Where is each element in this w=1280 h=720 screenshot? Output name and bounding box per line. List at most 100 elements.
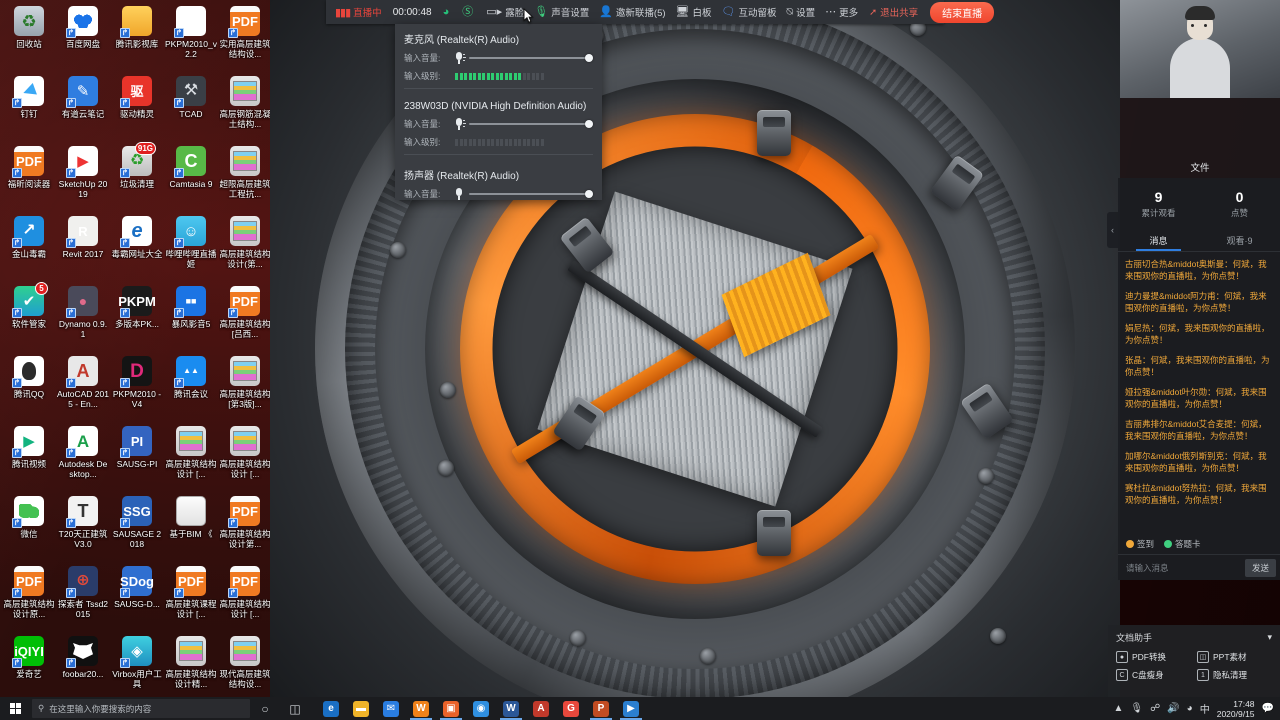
desktop-icon[interactable]: ↱AutoCAD 2015 - En... [56, 352, 110, 422]
checkin-chip[interactable]: 签到 [1126, 538, 1154, 550]
network-icon[interactable]: ◕ [1187, 703, 1193, 714]
desktop-icon[interactable]: PDF ↱ 高层建筑结构设计原... [2, 562, 56, 632]
desktop-icon[interactable]: 驱 ↱ 驱动精灵 [110, 72, 164, 142]
desktop-icon[interactable]: ↱ 百度网盘 [56, 2, 110, 72]
bluetooth-icon[interactable]: ☍ [1150, 703, 1160, 714]
start-button[interactable] [0, 697, 30, 720]
desktop-icon[interactable]: ↱毒霸网址大全 [110, 212, 164, 282]
desktop-icon[interactable]: ↱Virbox用户工具 [110, 632, 164, 702]
volume-icon[interactable]: 🔊 [1167, 703, 1179, 714]
desktop-icon[interactable]: SSG ↱ SAUSAGE 2018 [110, 492, 164, 562]
desktop-icon[interactable]: PDF ↱ 实用高层建筑结构设... [218, 2, 272, 72]
da-ppt-assets[interactable]: ◫ PPT素材 [1197, 651, 1272, 663]
desktop-icon[interactable]: PDF ↱ 高层建筑课程设计 [... [164, 562, 218, 632]
desktop-icon[interactable]: ↱PKPM2010 -V4 [110, 352, 164, 422]
taskbar-clock[interactable]: 17:48 2020/9/15 [1217, 699, 1255, 719]
desktop-icon[interactable]: 回收站 [2, 2, 56, 72]
desktop-icon[interactable]: ↱探索者 Tssd2015 [56, 562, 110, 632]
slider-knob[interactable] [585, 120, 593, 128]
tab-messages[interactable]: 消息 [1118, 230, 1199, 251]
chevron-down-icon[interactable]: ▾ [1267, 632, 1272, 643]
desktop-icon[interactable]: ↱暴风影音5 [164, 282, 218, 352]
desktop-icon[interactable]: 超限高层建筑工程抗... [218, 142, 272, 212]
desktop-icon[interactable]: PDF ↱ 高层建筑结构设计第... [218, 492, 272, 562]
desktop-icon[interactable]: ↱T20天正建筑V3.0 [56, 492, 110, 562]
desktop-icon[interactable]: ↱微信 [2, 492, 56, 562]
cortana-button[interactable]: ○ [250, 697, 280, 720]
desktop-icon[interactable]: 高层建筑结构设计 [... [164, 422, 218, 492]
desktop-icon[interactable]: ↱腾讯影视库 [110, 2, 164, 72]
toolbar-item-invite[interactable]: 👤 邀新联播(5) [594, 0, 670, 24]
exit-share-button[interactable]: ➚ 退出共享 [863, 5, 924, 20]
desktop-icon[interactable]: ↱金山毒霸 [2, 212, 56, 282]
desktop-icon[interactable]: 现代高层建筑结构设... [218, 632, 272, 702]
taskbar-search-box[interactable]: ⚲ 在这里输入你要搜索的内容 [32, 699, 250, 718]
microphone-icon[interactable]: 🎙 [1130, 703, 1143, 714]
toolbar-item-wifi[interactable]: ◕ [438, 0, 458, 24]
document-assistant-panel[interactable]: 文档助手 ▾ ● PDF转换 ◫ PPT素材 C C盘瘦身 1 隐私清理 [1108, 625, 1280, 697]
desktop-icon[interactable]: PI ↱ SAUSG-PI [110, 422, 164, 492]
desktop-icon[interactable]: R ↱ Revit 2017 [56, 212, 110, 282]
desktop-icon[interactable]: ↱5软件管家 [2, 282, 56, 352]
ime-icon[interactable]: 中 [1200, 701, 1210, 716]
end-livestream-button[interactable]: 结束直播 [930, 1, 995, 23]
toolbar-item-interactive-board[interactable]: 🗨 互动留板 [717, 0, 782, 24]
desktop-icon[interactable]: PKPM ↱ 多版本PK... [110, 282, 164, 352]
taskbar-button-chrome[interactable]: G [556, 697, 586, 720]
chat-input[interactable] [1126, 562, 1245, 573]
input-volume-slider[interactable] [469, 189, 593, 199]
desktop-icon[interactable]: SDog ↱ SAUSG-D... [110, 562, 164, 632]
chat-message-list[interactable]: 古丽切合热&middot奥斯曼：何斌，我来围观你的直播啦，为你点赞！ 迪力曼提&m… [1118, 252, 1280, 532]
desktop-icon[interactable]: ↱TCAD [164, 72, 218, 142]
desktop-icon[interactable]: ↱钉钉 [2, 72, 56, 142]
taskbar-button-mail[interactable]: ✉ [376, 697, 406, 720]
toolbar-item-settings[interactable]: ⍉ 设置 [782, 0, 821, 24]
slider-knob[interactable] [585, 190, 593, 198]
desktop-icon[interactable]: PDF ↱ 高层建筑结构设计 [... [218, 562, 272, 632]
desktop-icon[interactable]: ↱ 91G 垃圾清理 [110, 142, 164, 212]
chevron-up-icon[interactable]: ▲ [1113, 703, 1123, 714]
taskbar-button-folder[interactable]: ▬ [346, 697, 376, 720]
desktop-icon[interactable]: PDF ↱ 福昕阅读器 [2, 142, 56, 212]
desktop-icon[interactable]: 基于BIM 《 [164, 492, 218, 562]
audio-settings-dropdown[interactable]: 麦克风 (Realtek(R) Audio) 输入音量: 输入级别: 238W0… [395, 24, 602, 200]
desktop-icon[interactable]: ↱哔哩哔哩直播姬 [164, 212, 218, 282]
desktop-icon[interactable]: P ↱ PKPM2010_v2.2 [164, 2, 218, 72]
taskbar-button-word[interactable]: W [496, 697, 526, 720]
desktop-icon[interactable]: ↱腾讯视频 [2, 422, 56, 492]
input-volume-slider[interactable] [469, 119, 593, 129]
chat-collapse-button[interactable]: ‹ [1107, 212, 1118, 248]
toolbar-item-audio-settings[interactable]: 🎙 声音设置 [529, 0, 594, 24]
da-privacy-clean[interactable]: 1 隐私清理 [1197, 669, 1272, 681]
input-volume-slider[interactable] [469, 53, 593, 63]
da-pdf-convert[interactable]: ● PDF转换 [1116, 651, 1191, 663]
toolbar-item-whiteboard[interactable]: 🖥 白板 [671, 0, 717, 24]
desktop-icon[interactable]: 高层建筑结构 [第3版]... [218, 352, 272, 422]
slider-knob[interactable] [585, 54, 593, 62]
desktop-icon[interactable]: ↱Dynamo 0.9.1 [56, 282, 110, 352]
quiz-card-chip[interactable]: 答题卡 [1164, 538, 1201, 550]
desktop-icon[interactable]: ↱Camtasia 9 [164, 142, 218, 212]
taskbar-button-edge[interactable]: e [316, 697, 346, 720]
desktop-icon[interactable]: ↱腾讯会议 [164, 352, 218, 422]
desktop-icon[interactable]: 高层钢筋混凝土结构... [218, 72, 272, 142]
taskbar-button-wps-app[interactable]: ▣ [436, 697, 466, 720]
notification-icon[interactable]: 💬 [1262, 703, 1274, 714]
chat-send-button[interactable]: 发送 [1244, 558, 1276, 577]
da-disk-slim[interactable]: C C盘瘦身 [1116, 669, 1191, 681]
presenter-camera-thumbnail[interactable] [1120, 0, 1280, 98]
desktop-icon[interactable]: ↱Autodesk Desktop... [56, 422, 110, 492]
desktop-icon[interactable]: iQIYI ↱ 爱奇艺 [2, 632, 56, 702]
task-view-button[interactable]: ◫ [280, 697, 310, 720]
tab-viewers[interactable]: 观看·9 [1199, 230, 1280, 251]
taskbar-button-browser[interactable]: ◉ [466, 697, 496, 720]
desktop-icon[interactable]: PDF ↱ 高层建筑结构 [吕西... [218, 282, 272, 352]
taskbar-button-live-app[interactable]: ▶ [616, 697, 646, 720]
desktop-icon[interactable]: ↱有道云笔记 [56, 72, 110, 142]
taskbar-button-pdf-reader[interactable]: A [526, 697, 556, 720]
desktop-icon[interactable]: 高层建筑结构设计 [... [218, 422, 272, 492]
desktop-icon[interactable]: ↱腾讯QQ [2, 352, 56, 422]
toolbar-item-no-camera[interactable]: Ⓢ [457, 0, 481, 24]
desktop-icon[interactable]: ↱SketchUp 2019 [56, 142, 110, 212]
toolbar-item-more[interactable]: ⋯ 更多 [820, 0, 863, 24]
